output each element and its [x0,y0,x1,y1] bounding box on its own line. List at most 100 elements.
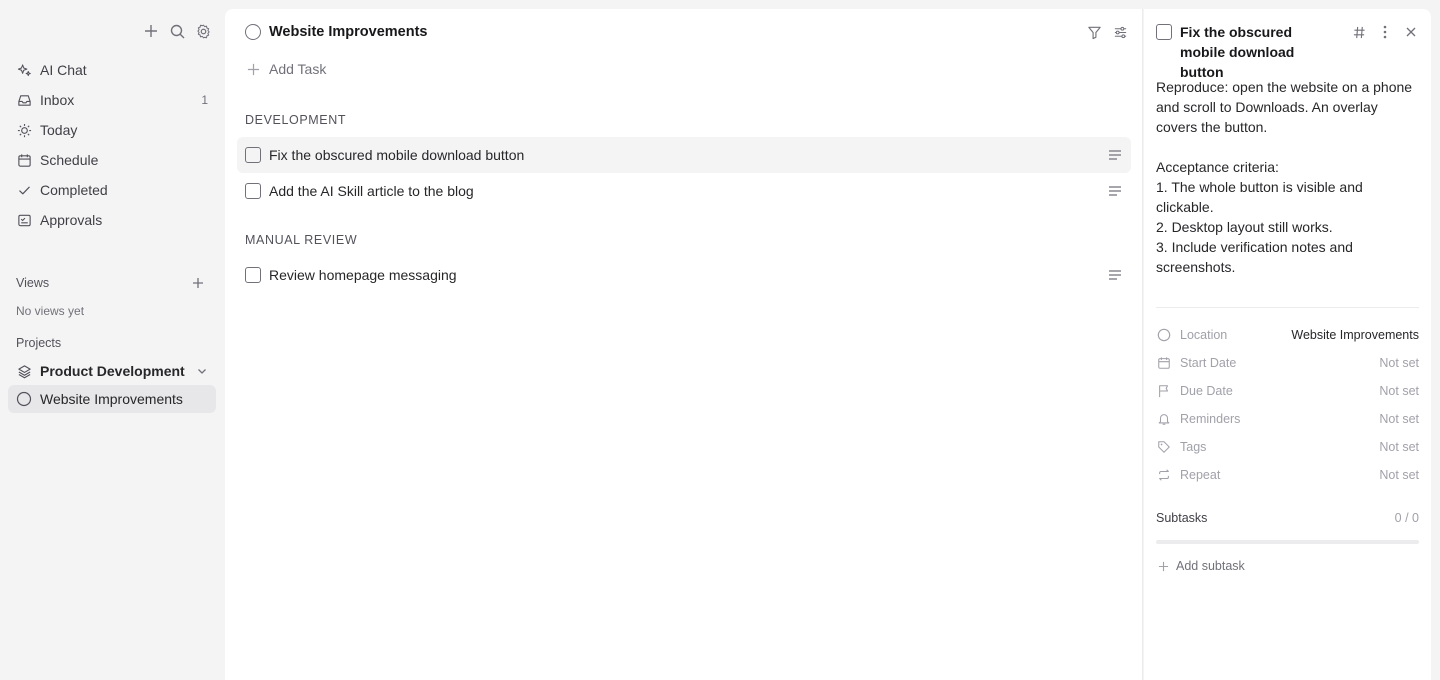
sidebar-nav: AI Chat Inbox 1 Today Schedule Completed… [8,55,216,235]
prop-value: Not set [1379,412,1419,426]
repeat-icon [1156,467,1172,483]
subtasks-count: 0 / 0 [1394,511,1419,525]
prop-label: Repeat [1180,468,1221,482]
close-icon[interactable] [1403,24,1419,40]
sidebar-item-label: Today [40,122,78,138]
sidebar-item-approvals[interactable]: Approvals [8,205,216,235]
sparkles-icon [16,62,32,78]
task-checkbox[interactable] [245,267,261,283]
prop-label: Start Date [1180,356,1237,370]
sidebar-item-ai-chat[interactable]: AI Chat [8,55,216,85]
prop-location[interactable]: Location Website Improvements [1156,325,1419,345]
subtasks-header: Subtasks 0 / 0 [1156,511,1419,525]
prop-label: Location [1180,328,1228,342]
sidebar-item-label: Approvals [40,212,103,228]
notes-icon [1107,147,1123,163]
project-circle-icon [245,24,261,40]
inbox-count: 1 [201,93,208,107]
task-row[interactable]: Review homepage messaging [237,257,1131,293]
filter-icon[interactable] [1086,24,1102,40]
circle-icon [16,391,32,407]
prop-label: Due Date [1180,384,1233,398]
check-icon [16,182,32,198]
more-vertical-icon[interactable] [1377,24,1393,40]
circle-icon [1156,327,1172,343]
sliders-icon[interactable] [1112,24,1128,40]
project-website-improvements[interactable]: Website Improvements [8,385,216,413]
prop-label: Tags [1180,440,1207,454]
plus-icon[interactable] [142,22,160,40]
add-subtask-label: Add subtask [1176,559,1245,573]
add-view-icon[interactable] [190,275,206,291]
description-line: 2. Desktop layout still works. [1156,219,1333,235]
prop-repeat[interactable]: Repeat Not set [1156,465,1419,485]
list-header: Website Improvements [245,21,1128,43]
detail-task-checkbox[interactable] [1156,24,1172,40]
chevron-down-icon[interactable] [196,365,208,377]
task-row[interactable]: Fix the obscured mobile download button [237,137,1131,173]
task-title: Add the AI Skill article to the blog [269,183,474,199]
sidebar-item-inbox[interactable]: Inbox 1 [8,85,216,115]
calendar-icon [1156,355,1172,371]
description-line: 1. The whole button is visible and click… [1156,179,1363,215]
detail-header: Fix the obscured mobile download button [1156,22,1419,82]
task-detail-panel: Fix the obscured mobile download button … [1144,9,1431,680]
prop-due-date[interactable]: Due Date Not set [1156,381,1419,401]
sun-icon [16,122,32,138]
sidebar-toolbar [142,22,212,40]
sidebar-item-label: AI Chat [40,62,87,78]
plus-icon [1156,559,1170,573]
notes-icon [1107,183,1123,199]
sidebar-item-completed[interactable]: Completed [8,175,216,205]
project-label: Product Development [40,363,185,379]
sidebar-item-label: Completed [40,182,108,198]
add-task-label: Add Task [269,61,327,77]
plus-icon [245,61,261,77]
prop-value: Not set [1379,356,1419,370]
sidebar-item-label: Inbox [40,92,75,108]
views-label: Views [16,276,50,290]
subtasks-label: Subtasks [1156,511,1208,525]
approval-icon [16,212,32,228]
divider [1156,307,1419,308]
bell-icon [1156,411,1172,427]
prop-start-date[interactable]: Start Date Not set [1156,353,1419,373]
notes-icon [1107,267,1123,283]
sidebar-item-label: Schedule [40,152,99,168]
subtasks-progress-bar [1156,540,1419,544]
no-views-text: No views yet [16,304,85,318]
gear-icon[interactable] [194,22,212,40]
prop-reminders[interactable]: Reminders Not set [1156,409,1419,429]
task-checkbox[interactable] [245,147,261,163]
add-task-button[interactable]: Add Task [245,61,326,77]
task-title: Fix the obscured mobile download button [269,147,525,163]
prop-tags[interactable]: Tags Not set [1156,437,1419,457]
description-line: Reproduce: open the website on a phone a… [1156,79,1413,135]
tag-icon [1156,439,1172,455]
calendar-icon [16,152,32,168]
inbox-icon [16,92,32,108]
sidebar-item-schedule[interactable]: Schedule [8,145,216,175]
page-title: Website Improvements [269,24,428,40]
task-description[interactable]: Reproduce: open the website on a phone a… [1156,77,1422,277]
group-label-development: DEVELOPMENT [245,113,347,127]
detail-title[interactable]: Fix the obscured mobile download button [1180,22,1340,82]
task-checkbox[interactable] [245,183,261,199]
sidebar-item-today[interactable]: Today [8,115,216,145]
layers-icon [16,363,32,379]
prop-value: Not set [1379,440,1419,454]
prop-value: Website Improvements [1291,328,1419,342]
sidebar: AI Chat Inbox 1 Today Schedule Completed… [0,0,224,680]
task-title: Review homepage messaging [269,267,457,283]
detail-actions [1351,22,1419,40]
group-label-manual-review: MANUAL REVIEW [245,233,358,247]
description-line: 3. Include verification notes and screen… [1156,239,1353,275]
search-icon[interactable] [168,22,186,40]
hash-icon[interactable] [1351,24,1367,40]
prop-label: Reminders [1180,412,1241,426]
task-row[interactable]: Add the AI Skill article to the blog [237,173,1131,209]
add-subtask-button[interactable]: Add subtask [1156,559,1245,573]
projects-label: Projects [16,336,62,350]
project-product-development[interactable]: Product Development [8,357,216,385]
project-label: Website Improvements [40,391,183,407]
